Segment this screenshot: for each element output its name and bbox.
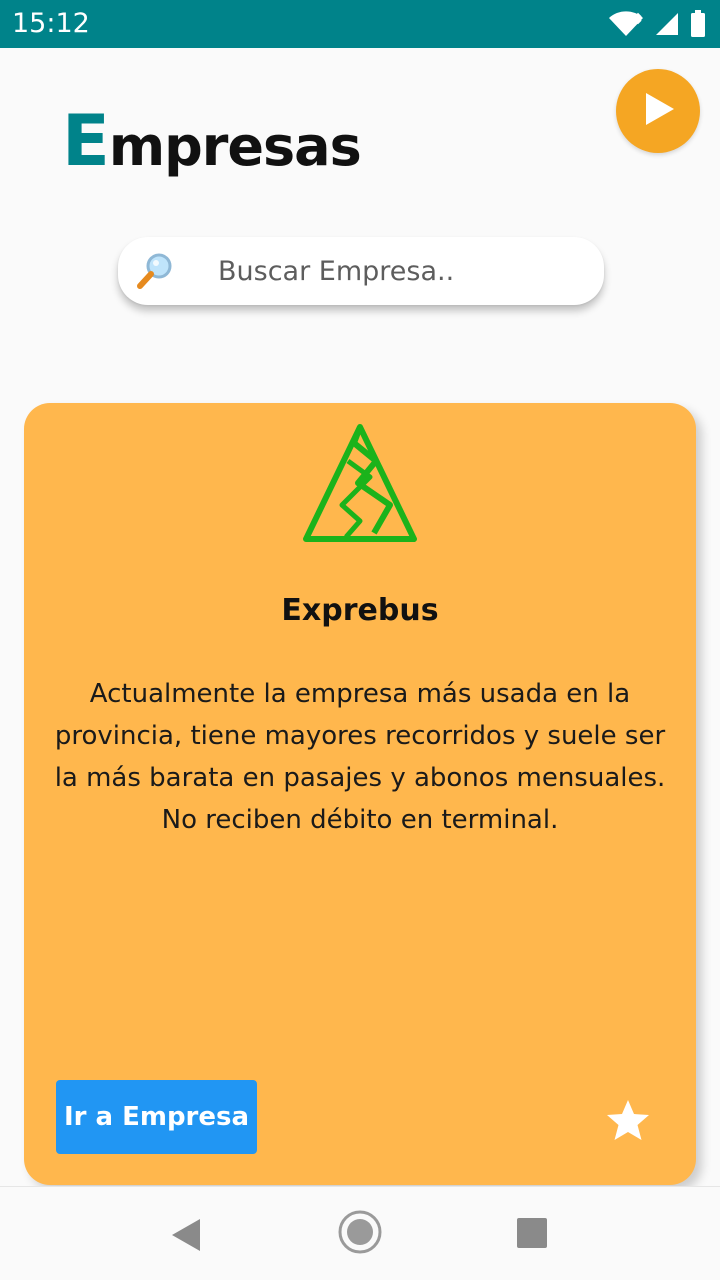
play-icon — [638, 89, 678, 133]
play-button[interactable] — [616, 69, 700, 153]
back-icon[interactable] — [170, 1217, 202, 1257]
page-title: Empresas — [62, 100, 362, 182]
page-title-rest: mpresas — [108, 115, 362, 178]
exprebus-logo — [300, 421, 422, 549]
wifi-icon — [608, 10, 644, 38]
go-to-company-button[interactable]: Ir a Empresa — [56, 1080, 257, 1154]
search-box[interactable] — [118, 237, 604, 305]
status-bar: 15:12 — [0, 0, 720, 48]
recents-icon[interactable] — [516, 1217, 548, 1253]
status-icons — [608, 10, 706, 38]
status-time: 15:12 — [12, 8, 90, 39]
home-icon[interactable] — [337, 1209, 383, 1259]
star-icon[interactable] — [604, 1097, 652, 1145]
magnifier-icon — [136, 251, 174, 291]
battery-icon — [690, 10, 706, 38]
signal-icon — [654, 11, 680, 37]
company-card: Exprebus Actualmente la empresa más usad… — [24, 403, 696, 1185]
company-description: Actualmente la empresa más usada en la p… — [54, 679, 666, 835]
page-title-initial: E — [62, 100, 110, 182]
navigation-bar — [0, 1186, 720, 1280]
company-name: Exprebus — [281, 593, 439, 628]
search-input[interactable] — [218, 251, 588, 291]
